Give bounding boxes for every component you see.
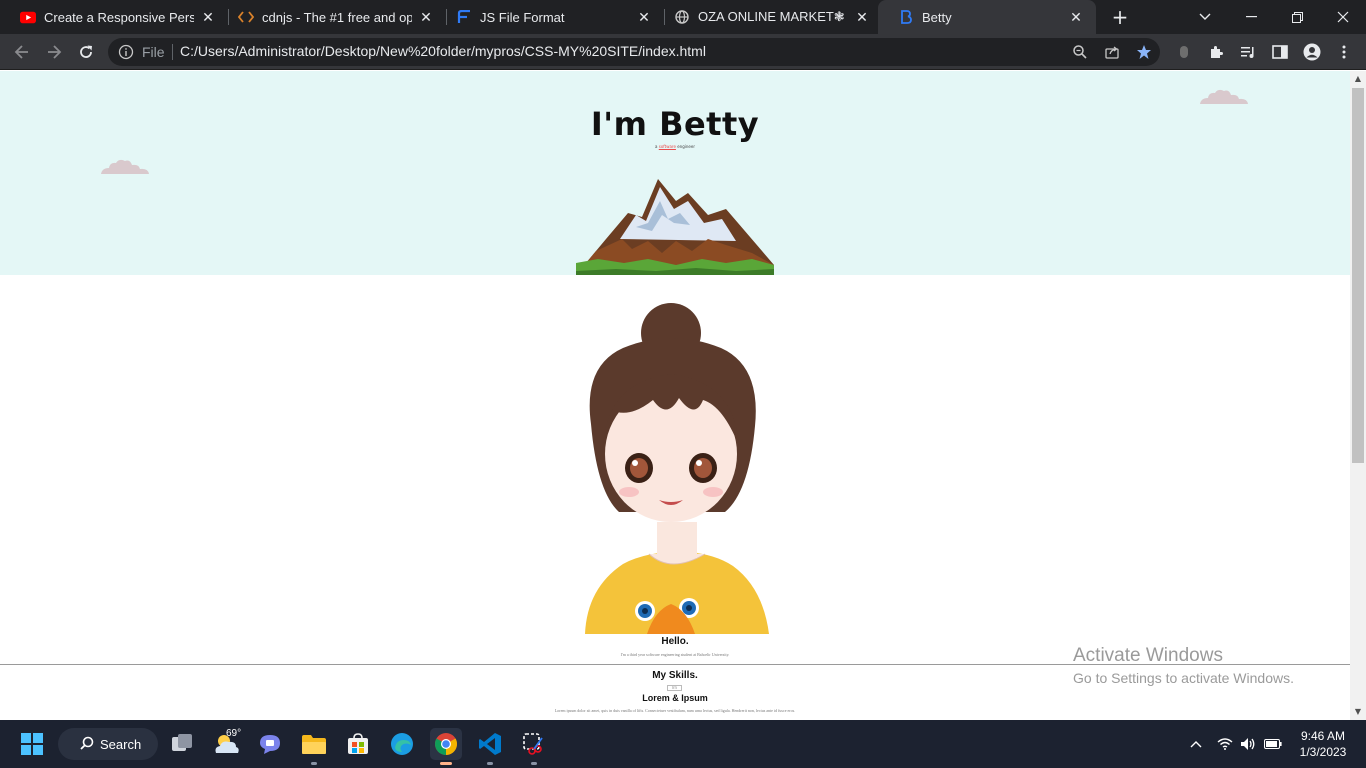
chrome-icon[interactable] [430,728,462,765]
tab-title: Create a Responsive Personal [44,9,194,25]
watermark-line1: Activate Windows [1073,645,1223,666]
close-tab-icon[interactable]: ✕ [1068,9,1084,25]
battery-icon[interactable] [1263,736,1283,752]
page-viewport: I'm Betty a software engineer Hello. I'm… [0,71,1350,720]
f-logo-icon [456,9,472,25]
share-icon[interactable] [1102,42,1122,62]
watermark-line2: Go to Settings to activate Windows. [1073,670,1294,686]
search-label: Search [100,736,142,752]
extensions-puzzle-icon[interactable] [1206,42,1226,62]
clock-time: 9:46 AM [1300,729,1346,743]
running-indicator [531,762,537,765]
subtitle-suffix: engineer [677,144,695,149]
tab-create-responsive[interactable]: Create a Responsive Personal ✕ [0,0,228,34]
address-separator [172,44,173,60]
skill-text: Lorem ipsum dolor sit amet, quis in duis… [554,708,796,713]
youtube-icon [20,9,36,25]
back-icon[interactable] [8,38,36,66]
scroll-down-arrow-icon[interactable]: ▼ [1350,704,1366,720]
activate-windows-watermark: Activate Windows Go to Settings to activ… [1073,645,1294,686]
show-hidden-icons-chevron-icon[interactable] [1188,736,1204,752]
tab-title: JS File Format [480,9,565,25]
clock-date: 1/3/2023 [1299,745,1347,759]
volume-icon[interactable] [1239,736,1257,752]
task-view-icon[interactable] [166,728,198,760]
tab-title: cdnjs - The #1 free and open [262,9,412,25]
skill-title: Lorem & Ipsum [642,693,708,703]
file-explorer-icon[interactable] [298,728,330,765]
side-panel-icon[interactable] [1270,42,1290,62]
address-bar[interactable]: File C:/Users/Administrator/Desktop/New%… [108,38,1160,66]
browser-tab-strip: Create a Responsive Personal ✕ cdnjs - T… [0,0,1366,34]
tab-search-chevron-icon[interactable] [1182,0,1228,34]
tab-title: Betty [922,9,952,25]
browser-toolbar: File C:/Users/Administrator/Desktop/New%… [0,34,1366,70]
wifi-icon[interactable] [1216,736,1234,752]
vscode-icon[interactable] [474,728,506,765]
url-text[interactable]: C:/Users/Administrator/Desktop/New%20fol… [180,43,706,59]
reload-icon[interactable] [72,38,100,66]
bookmark-star-icon[interactable] [1134,42,1154,62]
running-indicator [311,762,317,765]
avatar-illustration [585,303,769,634]
close-tab-icon[interactable]: ✕ [418,9,434,25]
minimize-icon[interactable] [1228,0,1274,34]
bootstrap-b-icon [898,9,914,25]
start-icon[interactable] [16,728,48,760]
active-indicator [440,762,452,765]
media-queue-icon[interactable] [1238,42,1258,62]
tab-title: OZA ONLINE MARKET❃ [698,9,845,24]
mountain-image [576,179,774,275]
close-tab-icon[interactable]: ✕ [636,9,652,25]
info-icon[interactable] [118,44,134,60]
close-tab-icon[interactable]: ✕ [854,9,870,25]
weather-temperature: 69° [226,728,242,739]
scroll-up-arrow-icon[interactable]: ▲ [1350,71,1366,87]
windows-taskbar: Search [0,720,1366,768]
more-menu-icon[interactable] [1334,42,1354,62]
snipping-tool-icon[interactable] [518,728,550,765]
skill-image-broken: lrn [667,685,682,691]
tab-js-file-format[interactable]: JS File Format ✕ [436,0,664,34]
page-scrollbar[interactable]: ▲ ▼ [1350,71,1366,720]
cloud-image [1200,89,1248,104]
running-indicator [487,762,493,765]
hero-section: I'm Betty a software engineer [0,71,1350,275]
subtitle-highlight: software [658,144,676,149]
tab-betty[interactable]: Betty ✕ [878,0,1096,34]
close-tab-icon[interactable]: ✕ [200,9,216,25]
system-clock[interactable]: 9:46 AM 1/3/2023 [1290,728,1356,760]
close-window-icon[interactable] [1320,0,1366,34]
teams-chat-icon[interactable] [254,728,286,760]
microsoft-store-icon[interactable] [342,728,374,760]
subtitle-prefix: a [655,144,658,149]
hero-subtitle: a software engineer [0,144,1350,149]
new-tab-button[interactable]: + [1108,5,1132,29]
scrollbar-thumb[interactable] [1352,88,1364,463]
code-brackets-icon [238,9,254,25]
extension-mouse-icon[interactable] [1174,42,1194,62]
taskbar-search-button[interactable]: Search [58,728,158,760]
tab-cdnjs[interactable]: cdnjs - The #1 free and open ✕ [218,0,446,34]
restore-icon[interactable] [1274,0,1320,34]
tab-oza-online-market[interactable]: OZA ONLINE MARKET❃ ✕ [654,0,882,34]
page-title: I'm Betty [590,105,760,143]
search-icon [80,736,94,753]
zoom-icon[interactable] [1070,42,1090,62]
globe-icon [674,9,690,25]
scheme-label: File [142,44,165,60]
edge-icon[interactable] [386,728,418,760]
forward-icon[interactable] [40,38,68,66]
profile-icon[interactable] [1302,42,1322,62]
cloud-image [101,159,149,174]
